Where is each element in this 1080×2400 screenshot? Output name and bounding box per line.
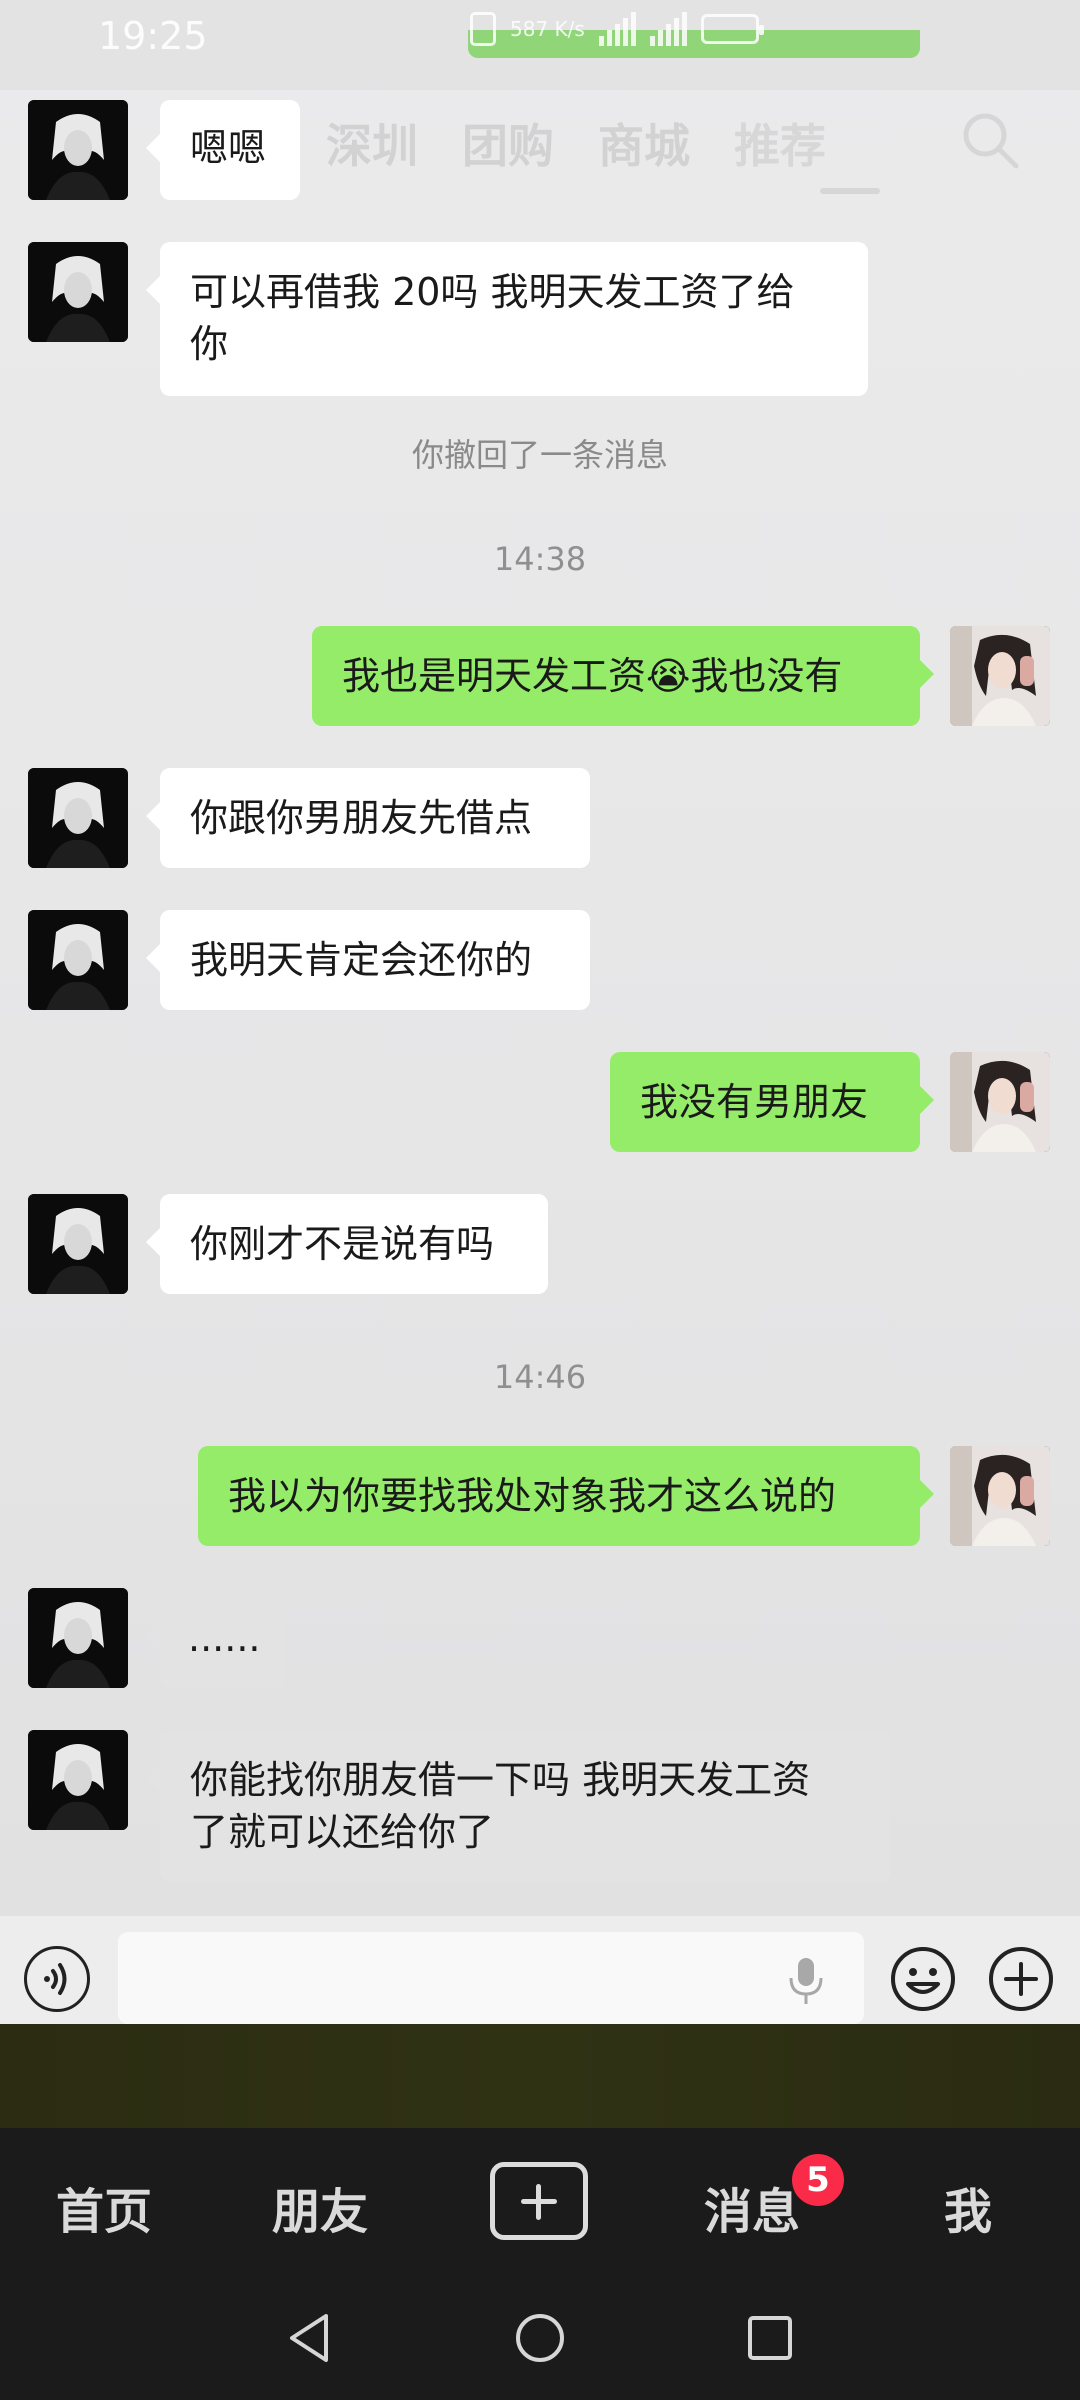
message-bubble-incoming[interactable]: 你跟你男朋友先借点 bbox=[146, 768, 590, 868]
contact-avatar[interactable] bbox=[28, 768, 128, 868]
message-text: 我没有男朋友 bbox=[640, 1080, 869, 1124]
my-avatar[interactable] bbox=[950, 626, 1050, 726]
message-text: ...... bbox=[188, 1616, 261, 1660]
tab-shenzhen[interactable]: 深圳 bbox=[326, 110, 418, 176]
message-input[interactable] bbox=[118, 1932, 864, 2024]
search-icon[interactable] bbox=[960, 110, 1020, 170]
message-bubble-incoming[interactable]: 嗯嗯 bbox=[146, 100, 300, 200]
contact-avatar[interactable] bbox=[28, 1730, 128, 1830]
unread-badge: 5 bbox=[792, 2154, 844, 2206]
battery-icon bbox=[700, 14, 764, 44]
message-bubble-outgoing[interactable]: 我没有男朋友 bbox=[610, 1052, 934, 1152]
message-bubble-incoming[interactable]: 我明天肯定会还你的 bbox=[146, 910, 590, 1010]
microphone-icon[interactable] bbox=[786, 1956, 826, 2006]
timestamp: 14:38 bbox=[493, 540, 587, 578]
video-overlay-band bbox=[0, 2024, 1080, 2128]
more-plus-icon[interactable] bbox=[988, 1946, 1054, 2012]
contact-avatar[interactable] bbox=[28, 1194, 128, 1294]
add-content-button[interactable] bbox=[490, 2162, 588, 2240]
my-avatar[interactable] bbox=[950, 1052, 1050, 1152]
message-text: 我也没有 bbox=[690, 654, 843, 698]
message-bubble-outgoing[interactable]: 我以为你要找我处对象我才这么说的 bbox=[198, 1446, 934, 1546]
sound-wave-icon bbox=[44, 1963, 67, 1995]
message-text-line: 你能找你朋友借一下吗 我明天发工资 bbox=[190, 1758, 811, 1802]
status-icons: 587 K/s bbox=[470, 12, 764, 46]
message-bubble-incoming[interactable]: 你刚才不是说有吗 bbox=[146, 1194, 548, 1294]
message-text-line: 可以再借我 20吗 我明天发工资了给 bbox=[190, 270, 795, 314]
tab-recommend[interactable]: 推荐 bbox=[734, 110, 826, 176]
active-tab-indicator bbox=[820, 188, 880, 194]
message-bubble-incoming[interactable]: 可以再借我 20吗 我明天发工资了给 你 bbox=[146, 242, 868, 396]
message-text: 嗯嗯 bbox=[190, 126, 267, 170]
tab-mall[interactable]: 商城 bbox=[598, 110, 690, 176]
recents-square-icon[interactable] bbox=[742, 2310, 798, 2366]
message-text: 你跟你男朋友先借点 bbox=[190, 796, 533, 840]
message-bubble-outgoing[interactable]: 我也是明天发工资😭我也没有 bbox=[312, 626, 934, 726]
home-circle-icon[interactable] bbox=[512, 2310, 568, 2366]
voice-toggle-button[interactable] bbox=[24, 1946, 90, 2012]
tab-me[interactable]: 我 bbox=[944, 2172, 992, 2242]
recall-notice: 你撤回了一条消息 bbox=[411, 436, 668, 474]
contact-avatar[interactable] bbox=[28, 910, 128, 1010]
tab-group-buy[interactable]: 团购 bbox=[462, 110, 554, 176]
message-text: 你刚才不是说有吗 bbox=[190, 1222, 495, 1266]
signal-icon bbox=[598, 12, 636, 46]
signal-icon bbox=[649, 12, 687, 46]
message-bubble-incoming[interactable]: 你能找你朋友借一下吗 我明天发工资 了就可以还给你了 bbox=[146, 1730, 890, 1882]
message-text: 我明天肯定会还你的 bbox=[190, 938, 533, 982]
message-text-line: 你 bbox=[190, 322, 229, 366]
message-text: 我以为你要找我处对象我才这么说的 bbox=[228, 1474, 837, 1518]
status-time: 19:25 bbox=[98, 14, 208, 58]
tab-messages[interactable]: 消息 bbox=[704, 2172, 800, 2242]
crying-emoji-icon: 😭 bbox=[646, 654, 691, 698]
contact-avatar[interactable] bbox=[28, 242, 128, 342]
network-speed: 587 K/s bbox=[510, 17, 585, 41]
emoji-icon[interactable] bbox=[890, 1946, 956, 2012]
message-text-line: 了就可以还给你了 bbox=[190, 1810, 495, 1854]
timestamp: 14:46 bbox=[493, 1358, 587, 1396]
message-text: 我也是明天发工资 bbox=[342, 654, 647, 698]
tab-home[interactable]: 首页 bbox=[56, 2172, 152, 2242]
contact-avatar[interactable] bbox=[28, 100, 128, 200]
contact-avatar[interactable] bbox=[28, 1588, 128, 1688]
tab-friends[interactable]: 朋友 bbox=[272, 2172, 368, 2242]
my-avatar[interactable] bbox=[950, 1446, 1050, 1546]
back-icon[interactable] bbox=[282, 2310, 338, 2366]
vibrate-icon bbox=[470, 12, 496, 46]
message-bubble-incoming[interactable]: ...... bbox=[146, 1588, 284, 1688]
